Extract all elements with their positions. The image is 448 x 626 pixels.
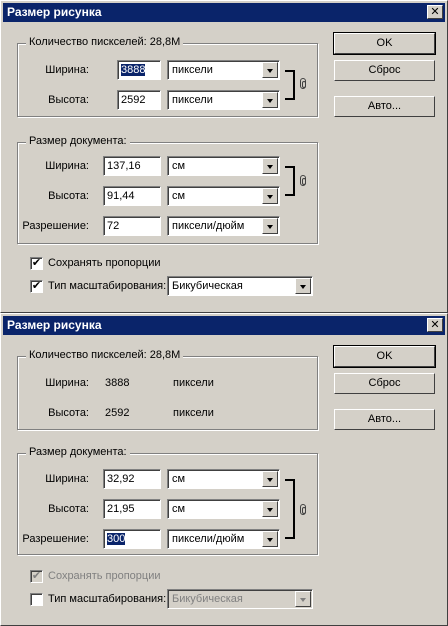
chevron-down-icon[interactable] [262, 501, 278, 517]
pixel-dimensions-legend: Количество пискселей: 28,8M [26, 349, 184, 361]
resample-label[interactable]: Тип масштабирования: [48, 279, 166, 293]
pixel-width-unit-select[interactable]: пиксели [167, 60, 280, 80]
pixel-height-value: 2592 [105, 407, 130, 419]
pixel-width-value: 3888 [105, 377, 130, 389]
doc-width-label: Ширина: [45, 473, 89, 485]
keep-proportions-label: Сохранять пропорции [48, 570, 161, 582]
pixel-height-label: Высота: [48, 407, 89, 419]
resolution-unit-select[interactable]: пиксели/дюйм [167, 529, 280, 549]
document-size-legend: Размер документа: [26, 135, 130, 147]
constrain-bracket [285, 70, 295, 100]
doc-height-unit-select[interactable]: см [167, 186, 280, 206]
doc-height-unit-select[interactable]: см [167, 499, 280, 519]
resolution-input[interactable]: 72 [103, 216, 161, 236]
chain-link-icon [300, 504, 306, 515]
resolution-input[interactable]: 300 [103, 529, 161, 549]
pixel-height-input[interactable]: 2592 [117, 90, 161, 110]
dialog-title: Размер рисунка [7, 5, 102, 19]
resample-method-select[interactable]: Бикубическая [167, 276, 313, 296]
reset-button[interactable]: Сброс [334, 373, 435, 394]
resample-method-select: Бикубическая [167, 589, 313, 609]
resolution-unit-select[interactable]: пиксели/дюйм [167, 216, 280, 236]
doc-width-unit-select[interactable]: см [167, 156, 280, 176]
doc-width-unit-select[interactable]: см [167, 469, 280, 489]
pixel-width-unit: пиксели [173, 377, 214, 389]
pixel-width-label: Ширина: [45, 64, 89, 76]
image-size-dialog: Размер рисунка ✕ Количество пискселей: 2… [0, 313, 448, 626]
keep-proportions-checkbox[interactable]: ✔ [30, 257, 43, 270]
title-bar: Размер рисунка ✕ [3, 316, 445, 335]
pixel-dimensions-legend: Количество пискселей: 28,8M [26, 36, 184, 48]
resample-checkbox[interactable] [30, 593, 43, 606]
resample-label[interactable]: Тип масштабирования: [48, 592, 166, 606]
pixel-width-label: Ширина: [45, 377, 89, 389]
chevron-down-icon[interactable] [262, 218, 278, 234]
doc-width-input[interactable]: 32,92 [103, 469, 161, 489]
auto-button[interactable]: Авто... [334, 409, 435, 430]
pixel-height-unit-select[interactable]: пиксели [167, 90, 280, 110]
document-size-legend: Размер документа: [26, 446, 130, 458]
doc-height-input[interactable]: 91,44 [103, 186, 161, 206]
image-size-dialog: Размер рисунка ✕ Количество пискселей: 2… [0, 0, 448, 313]
chain-link-icon [300, 175, 306, 186]
ok-button[interactable]: OK [333, 345, 436, 368]
chain-link-icon [300, 78, 306, 89]
close-icon[interactable]: ✕ [427, 318, 443, 332]
dialog-title: Размер рисунка [7, 318, 102, 332]
pixel-width-input[interactable]: 3888 [117, 60, 161, 80]
chevron-down-icon[interactable] [262, 531, 278, 547]
doc-width-input[interactable]: 137,16 [103, 156, 161, 176]
chevron-down-icon[interactable] [262, 471, 278, 487]
doc-height-label: Высота: [48, 503, 89, 515]
close-icon[interactable]: ✕ [427, 5, 443, 19]
chevron-down-icon[interactable] [262, 62, 278, 78]
title-bar: Размер рисунка ✕ [3, 3, 445, 22]
keep-proportions-checkbox: ✔ [30, 570, 43, 583]
chevron-down-icon [295, 591, 311, 607]
doc-height-label: Высота: [48, 190, 89, 202]
chevron-down-icon[interactable] [262, 92, 278, 108]
doc-height-input[interactable]: 21,95 [103, 499, 161, 519]
auto-button[interactable]: Авто... [334, 96, 435, 117]
resolution-label: Разрешение: [22, 220, 89, 232]
chevron-down-icon[interactable] [295, 278, 311, 294]
reset-button[interactable]: Сброс [334, 60, 435, 81]
keep-proportions-label[interactable]: Сохранять пропорции [48, 256, 161, 270]
constrain-bracket [285, 166, 295, 196]
constrain-bracket [285, 479, 295, 539]
resolution-label: Разрешение: [22, 533, 89, 545]
chevron-down-icon[interactable] [262, 158, 278, 174]
chevron-down-icon[interactable] [262, 188, 278, 204]
doc-width-label: Ширина: [45, 160, 89, 172]
ok-button[interactable]: OK [333, 32, 436, 55]
pixel-height-unit: пиксели [173, 407, 214, 419]
pixel-height-label: Высота: [48, 94, 89, 106]
resample-checkbox[interactable]: ✔ [30, 280, 43, 293]
